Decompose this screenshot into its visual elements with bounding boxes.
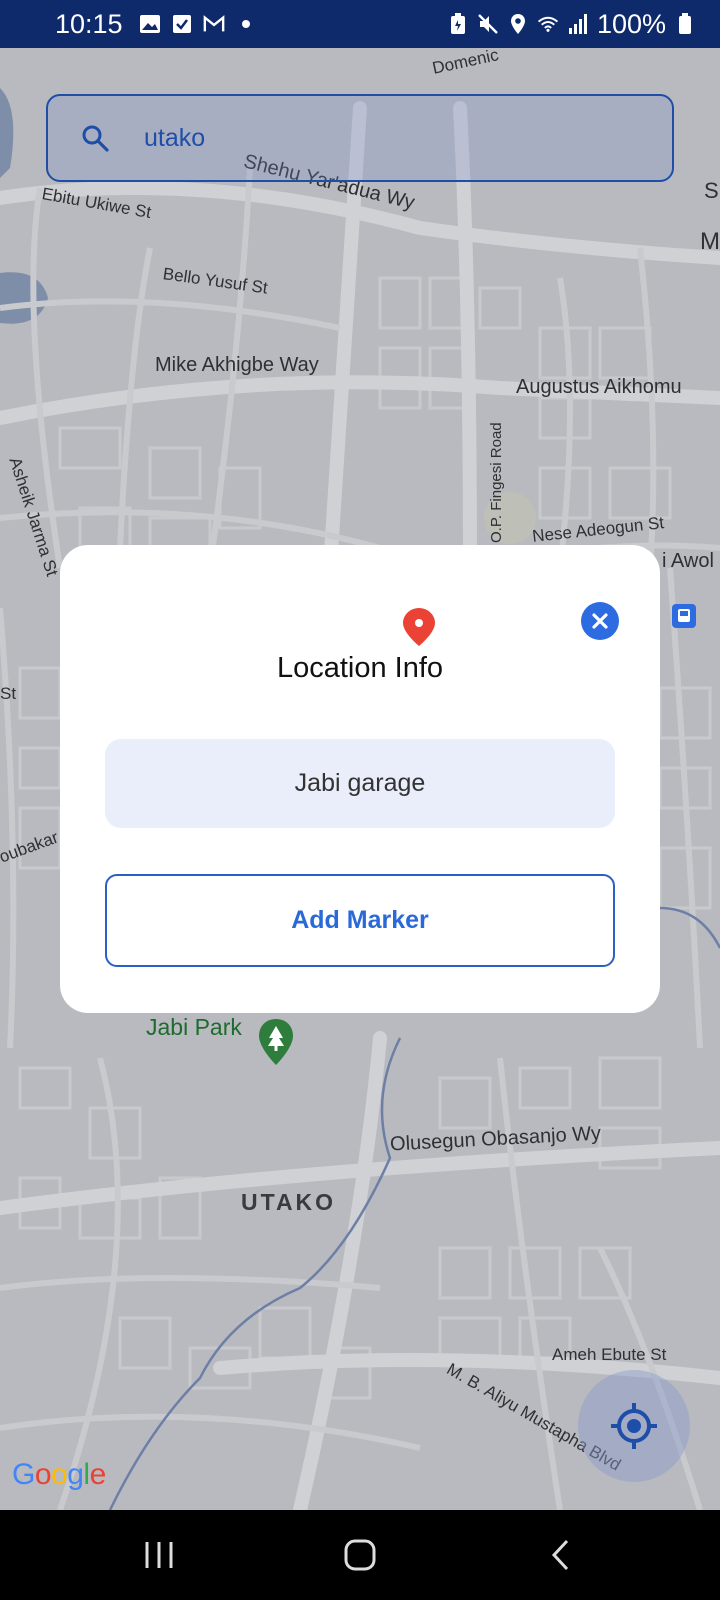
location-name-field[interactable]: Jabi garage <box>105 739 615 828</box>
park-marker-icon[interactable] <box>258 1018 294 1066</box>
back-icon <box>551 1539 569 1571</box>
wifi-icon <box>537 13 559 35</box>
close-icon <box>592 613 608 629</box>
location-info-dialog: Location Info Jabi garage Add Marker <box>60 545 660 1013</box>
mute-icon <box>477 13 499 35</box>
map-label-utako: UTAKO <box>241 1189 337 1215</box>
navigation-bar <box>0 1510 720 1600</box>
map-label-fingesi: O.P. Fingesi Road <box>488 422 505 543</box>
home-icon <box>344 1539 376 1571</box>
clock: 10:15 <box>55 8 123 39</box>
bus-stop-icon[interactable] <box>672 604 696 628</box>
map-label-st: St <box>0 684 17 703</box>
check-box-icon <box>171 13 193 35</box>
crosshair-icon <box>611 1403 657 1449</box>
my-location-button[interactable] <box>578 1370 690 1482</box>
recent-apps-icon <box>145 1542 173 1568</box>
close-button[interactable] <box>581 602 619 640</box>
search-input[interactable] <box>144 123 624 153</box>
battery-percent: 100% <box>596 8 666 39</box>
map-label-edge-m: M <box>700 228 720 255</box>
location-pin-icon <box>402 607 436 647</box>
dialog-title: Location Info <box>276 652 444 684</box>
location-icon <box>507 13 529 35</box>
search-bar[interactable] <box>46 94 674 182</box>
map-label-edge-s: S <box>704 178 719 203</box>
home-button[interactable] <box>335 1532 385 1578</box>
signal-icon <box>567 13 589 35</box>
map-label-awol: i Awol <box>662 550 714 572</box>
dot-icon <box>235 13 257 35</box>
map-label-ameh: Ameh Ebute St <box>552 1345 667 1364</box>
recent-apps-button[interactable] <box>134 1532 184 1578</box>
map-label-augustus: Augustus Aikhomu <box>516 376 682 398</box>
google-logo: Google <box>12 1458 106 1491</box>
add-marker-button[interactable]: Add Marker <box>105 874 615 967</box>
map-label-mike: Mike Akhigbe Way <box>155 354 319 376</box>
status-bar: 10:15 100% <box>0 0 720 48</box>
battery-icon <box>674 13 696 35</box>
gmail-icon <box>203 13 225 35</box>
map-label-jabi-park: Jabi Park <box>146 1014 242 1040</box>
search-icon <box>80 123 110 153</box>
battery-saver-icon <box>447 13 469 35</box>
image-icon <box>139 13 161 35</box>
back-button[interactable] <box>536 1532 586 1578</box>
